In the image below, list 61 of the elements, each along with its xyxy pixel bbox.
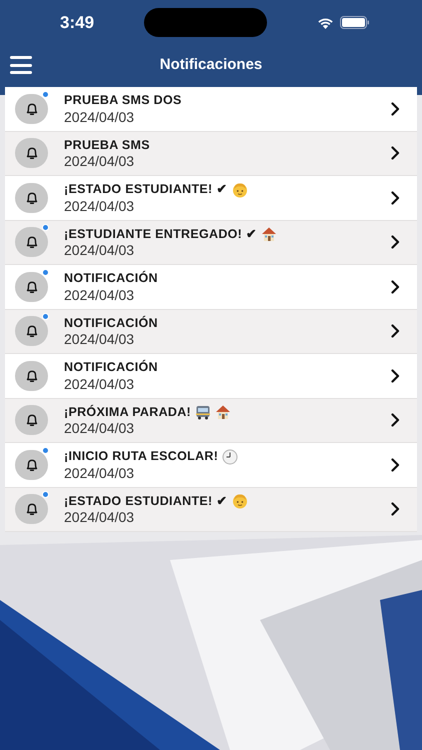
bell-icon xyxy=(15,94,48,124)
menu-button[interactable] xyxy=(10,56,32,74)
notification-row[interactable]: NOTIFICACIÓN 2024/04/03 xyxy=(5,354,417,398)
child-emoji-icon xyxy=(232,182,248,198)
chevron-right-icon xyxy=(391,235,400,250)
notification-row[interactable]: NOTIFICACIÓN 2024/04/03 xyxy=(5,310,417,354)
notification-title: ¡PRÓXIMA PARADA! xyxy=(64,404,192,421)
bell-icon xyxy=(15,138,48,168)
notification-row[interactable]: ¡INICIO RUTA ESCOLAR! 2024/04/03 xyxy=(5,443,417,488)
bell-icon xyxy=(15,360,48,391)
bell-icon xyxy=(15,405,48,436)
notification-date: 2024/04/03 xyxy=(64,464,134,481)
notification-date: 2024/04/03 xyxy=(64,509,134,526)
notification-row[interactable]: PRUEBA SMS 2024/04/03 xyxy=(5,132,417,176)
notification-row[interactable]: ¡PRÓXIMA PARADA! 2024/04/03 xyxy=(5,398,417,443)
chevron-right-icon xyxy=(391,280,400,294)
notification-date: 2024/04/03 xyxy=(64,153,134,170)
status-time: 3:49 xyxy=(60,12,96,34)
notification-row[interactable]: ¡ESTUDIANTE ENTREGADO! ✔ 2024/04/03 xyxy=(5,220,417,265)
chevron-right-icon xyxy=(391,458,400,472)
chevron-right-icon xyxy=(391,102,400,116)
notification-row[interactable]: NOTIFICACIÓN 2024/04/03 xyxy=(5,265,417,310)
house-emoji-icon xyxy=(261,226,278,242)
notification-date: 2024/04/03 xyxy=(64,331,134,348)
bell-icon xyxy=(15,316,48,346)
notification-row[interactable]: ¡ESTADO ESTUDIANTE! ✔ 2024/04/03 xyxy=(5,488,417,532)
chevron-right-icon xyxy=(391,368,400,383)
notification-title: ¡ESTUDIANTE ENTREGADO! ✔ xyxy=(64,226,258,243)
notification-date: 2024/04/03 xyxy=(64,286,134,303)
battery-icon xyxy=(340,16,370,29)
chevron-right-icon xyxy=(391,324,400,338)
notification-date: 2024/04/03 xyxy=(64,420,134,436)
bus-emoji-icon xyxy=(195,404,212,420)
chevron-right-icon xyxy=(391,413,400,428)
notification-title: NOTIFICACIÓN xyxy=(64,358,158,376)
chevron-right-icon xyxy=(391,502,400,516)
wifi-icon xyxy=(317,16,334,28)
house-emoji-icon xyxy=(215,404,232,420)
notification-title: ¡ESTADO ESTUDIANTE! ✔ xyxy=(64,492,228,510)
notification-title: ¡INICIO RUTA ESCOLAR! xyxy=(64,448,218,466)
notification-title: NOTIFICACIÓN xyxy=(64,270,158,288)
child-emoji-icon xyxy=(232,493,248,510)
notification-row[interactable]: PRUEBA SMS DOS 2024/04/03 xyxy=(5,87,417,132)
bell-icon xyxy=(15,182,48,213)
notification-title: PRUEBA SMS DOS xyxy=(64,92,182,110)
notification-title: ¡ESTADO ESTUDIANTE! ✔ xyxy=(64,181,228,198)
notification-title: NOTIFICACIÓN xyxy=(64,314,158,332)
bell-icon xyxy=(15,272,48,302)
bell-icon xyxy=(15,450,48,480)
clock-emoji-icon xyxy=(222,448,238,465)
bell-icon xyxy=(15,227,48,258)
notification-date: 2024/04/03 xyxy=(64,198,134,214)
chevron-right-icon xyxy=(391,146,400,160)
notification-title: PRUEBA SMS xyxy=(64,136,150,154)
notification-date: 2024/04/03 xyxy=(64,376,134,392)
notification-row[interactable]: ¡ESTADO ESTUDIANTE! ✔ 2024/04/03 xyxy=(5,176,417,220)
screen-title: Notificaciones xyxy=(160,54,262,75)
chevron-right-icon xyxy=(391,190,400,205)
notification-date: 2024/04/03 xyxy=(64,242,134,258)
bell-icon xyxy=(15,494,48,524)
notification-date: 2024/04/03 xyxy=(64,108,134,125)
